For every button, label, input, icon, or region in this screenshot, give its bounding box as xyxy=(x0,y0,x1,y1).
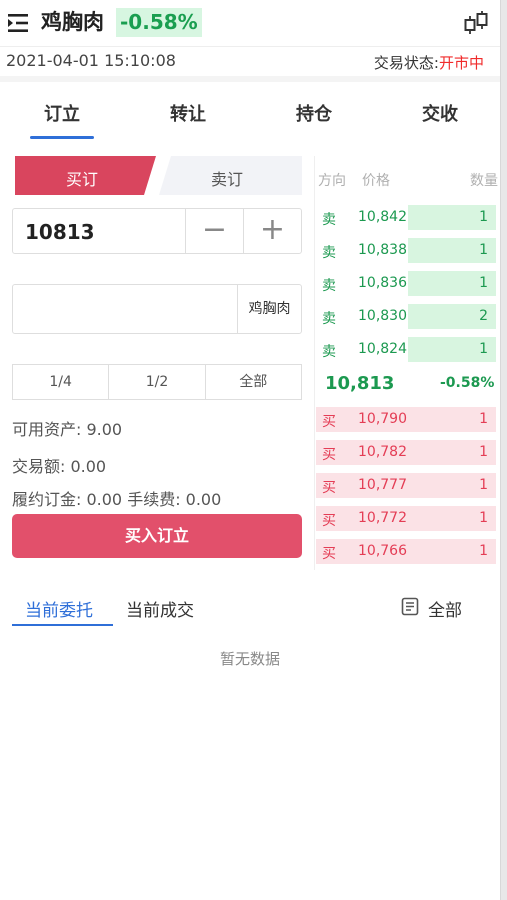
header: 鸡胸肉 -0.58% xyxy=(0,0,500,46)
product-name-tag: 鸡胸肉 xyxy=(237,285,301,333)
plus-icon[interactable]: + xyxy=(243,209,301,253)
bid-qty: 1 xyxy=(479,543,488,559)
ask-side: 卖 xyxy=(322,278,336,294)
bid-qty: 1 xyxy=(479,411,488,427)
scrollbar[interactable] xyxy=(500,0,507,900)
bid-side: 买 xyxy=(322,546,336,562)
ask-qty: 1 xyxy=(479,275,488,291)
buy-tab[interactable]: 买订 xyxy=(12,156,156,195)
ask-row[interactable]: 卖 10,836 1 xyxy=(316,271,500,297)
quantity-input[interactable]: 10813 xyxy=(25,220,95,244)
ask-qty: 1 xyxy=(479,242,488,258)
trade-page: 鸡胸肉 -0.58% 2021-04-01 15:10:08 交易状态:开市中 … xyxy=(0,0,500,900)
ask-price: 10,836 xyxy=(358,275,407,291)
status-label: 交易状态: xyxy=(373,54,439,72)
ask-row[interactable]: 卖 10,838 1 xyxy=(316,238,500,264)
bid-row[interactable]: 买 10,777 1 xyxy=(316,473,500,499)
ask-price: 10,842 xyxy=(358,209,407,225)
kline-icon[interactable] xyxy=(462,10,490,36)
empty-state: 暂无数据 xyxy=(219,650,280,668)
product-title: 鸡胸肉 xyxy=(41,10,104,34)
info-bar: 2021-04-01 15:10:08 交易状态:开市中 xyxy=(0,46,500,76)
tab-current-orders[interactable]: 当前委托 xyxy=(25,596,93,621)
last-price: 10,813 xyxy=(325,373,395,394)
ask-side: 卖 xyxy=(322,311,336,327)
bid-side: 买 xyxy=(322,447,336,463)
ask-price: 10,824 xyxy=(358,341,407,357)
datetime: 2021-04-01 15:10:08 xyxy=(6,51,176,70)
bid-row[interactable]: 买 10,790 1 xyxy=(316,407,500,433)
ask-side: 卖 xyxy=(322,344,336,360)
bid-price: 10,782 xyxy=(358,444,407,460)
margin-and-fee: 履约订金: 0.00 手续费: 0.00 xyxy=(12,490,222,509)
bid-price: 10,766 xyxy=(358,543,407,559)
available-assets: 可用资产: 9.00 xyxy=(12,420,123,439)
quantity-stepper: 10813 − + xyxy=(12,208,302,254)
bid-qty: 1 xyxy=(479,444,488,460)
tab-positions[interactable]: 持仓 xyxy=(274,100,354,126)
bid-qty: 1 xyxy=(479,510,488,526)
change-badge: -0.58% xyxy=(116,8,202,37)
document-icon xyxy=(401,597,419,616)
active-tab-indicator xyxy=(30,136,94,139)
ratio-all-button[interactable]: 全部 xyxy=(206,365,301,399)
book-divider xyxy=(314,156,315,570)
book-header-qty: 数量 xyxy=(470,173,498,189)
ask-side: 卖 xyxy=(322,212,336,228)
bid-side: 买 xyxy=(322,414,336,430)
ratio-selector: 1/4 1/2 全部 xyxy=(12,364,302,400)
buy-tab-label: 买订 xyxy=(66,170,99,189)
status-value: 开市中 xyxy=(438,54,484,72)
last-change: -0.58% xyxy=(440,375,495,391)
bid-side: 买 xyxy=(322,513,336,529)
ratio-quarter-button[interactable]: 1/4 xyxy=(13,365,110,399)
menu-icon[interactable] xyxy=(6,12,30,34)
ask-row[interactable]: 卖 10,824 1 xyxy=(316,337,500,363)
sell-tab-label: 卖订 xyxy=(211,170,244,189)
ask-qty: 1 xyxy=(479,341,488,357)
ask-qty: 1 xyxy=(479,209,488,225)
book-header-price: 价格 xyxy=(362,173,390,189)
ask-price: 10,830 xyxy=(358,308,407,324)
minus-icon[interactable]: − xyxy=(185,209,243,253)
product-field[interactable]: 鸡胸肉 xyxy=(12,284,302,334)
active-order-tab-indicator xyxy=(12,624,113,626)
bid-price: 10,777 xyxy=(358,477,407,493)
ratio-half-button[interactable]: 1/2 xyxy=(109,365,206,399)
ask-price: 10,838 xyxy=(358,242,407,258)
ask-side: 卖 xyxy=(322,245,336,261)
book-header-side: 方向 xyxy=(318,173,346,189)
buy-open-button[interactable]: 买入订立 xyxy=(12,514,302,558)
main-tabs: 订立 转让 持仓 交收 xyxy=(0,82,500,140)
bid-row[interactable]: 买 10,766 1 xyxy=(316,539,500,565)
ask-row[interactable]: 卖 10,842 1 xyxy=(316,205,500,231)
tab-transfer[interactable]: 转让 xyxy=(148,100,228,126)
bid-price: 10,790 xyxy=(358,411,407,427)
bid-row[interactable]: 买 10,772 1 xyxy=(316,506,500,532)
tab-delivery[interactable]: 交收 xyxy=(400,100,480,126)
ask-qty: 2 xyxy=(479,308,488,324)
bid-price: 10,772 xyxy=(358,510,407,526)
trade-status: 交易状态:开市中 xyxy=(374,52,484,73)
tab-open[interactable]: 订立 xyxy=(22,100,102,126)
tab-current-deals[interactable]: 当前成交 xyxy=(126,596,194,621)
bid-qty: 1 xyxy=(479,477,488,493)
all-orders-link[interactable]: 全部 xyxy=(428,596,462,621)
ask-row[interactable]: 卖 10,830 2 xyxy=(316,304,500,330)
sell-tab[interactable]: 卖订 xyxy=(157,156,302,195)
bid-side: 买 xyxy=(322,480,336,496)
bid-row[interactable]: 买 10,782 1 xyxy=(316,440,500,466)
trade-amount: 交易额: 0.00 xyxy=(12,457,107,476)
